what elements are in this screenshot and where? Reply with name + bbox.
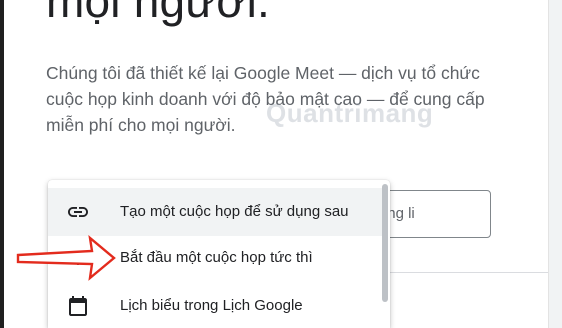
page-scrollbar[interactable] (548, 0, 562, 328)
menu-item-label: Lịch biểu trong Lịch Google (120, 297, 303, 314)
menu-item-label: Bắt đầu một cuộc họp tức thì (120, 249, 313, 266)
menu-item-schedule-calendar[interactable]: Lịch biểu trong Lịch Google (48, 282, 382, 328)
page-heading: mọi người. (46, 0, 271, 27)
window-edge (0, 0, 4, 328)
calendar-icon (69, 296, 87, 316)
divider (390, 272, 548, 273)
red-arrow-annotation (16, 235, 116, 281)
link-icon (68, 207, 88, 217)
watermark-logo: Quantrimang (266, 98, 434, 128)
menu-item-label: Tạo một cuộc họp để sử dụng sau (120, 203, 349, 220)
menu-scroll-thumb[interactable] (382, 184, 388, 302)
